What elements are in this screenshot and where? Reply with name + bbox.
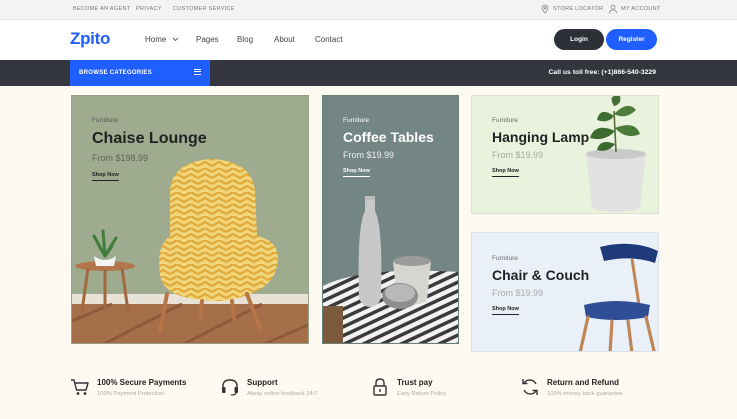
card-category: Furniture xyxy=(343,117,370,124)
top-bar: BECOME AN AGENT PRIVACY CUSTOMER SERVICE… xyxy=(0,0,737,20)
feature-support: Support Alway online feedback 24/7 xyxy=(220,375,350,405)
shop-now-link[interactable]: Shop Now xyxy=(492,168,519,177)
nav-home[interactable]: Home xyxy=(145,35,179,44)
shop-now-link[interactable]: Shop Now xyxy=(343,168,370,177)
user-icon xyxy=(608,4,618,14)
feature-subtitle: 100% Payment Protection. xyxy=(97,391,166,397)
customer-service-link[interactable]: CUSTOMER SERVICE xyxy=(173,6,235,12)
nav-about[interactable]: About xyxy=(274,35,295,44)
headset-icon xyxy=(222,379,238,396)
browse-categories-button[interactable]: BROWSE CATEGORIES xyxy=(70,60,210,86)
category-bar: BROWSE CATEGORIES Call us toll free: (+1… xyxy=(0,60,737,86)
shop-now-link[interactable]: Shop Now xyxy=(92,172,119,181)
feature-trust-pay: Trust pay Easy Return Policy. xyxy=(370,375,490,405)
register-button[interactable]: Register xyxy=(606,29,657,50)
menu-icon xyxy=(194,69,201,75)
shop-now-link[interactable]: Shop Now xyxy=(492,306,519,315)
feature-return-refund: Return and Refund 100% money back guaran… xyxy=(520,375,660,405)
feature-title: Support xyxy=(247,378,278,387)
toll-free-phone: Call us toll free: (+1)866-540-3229 xyxy=(548,69,656,76)
my-account-link[interactable]: MY ACCOUNT xyxy=(621,6,661,12)
feature-title: Return and Refund xyxy=(547,378,619,387)
nav-blog[interactable]: Blog xyxy=(237,35,253,44)
header: Zpito Home Pages Blog About Contact Logi… xyxy=(0,20,737,60)
promo-card-chaise-lounge[interactable]: Furniture Chaise Lounge From $198.99 Sho… xyxy=(71,95,309,344)
card-category: Furniture xyxy=(492,255,519,262)
browse-categories-label: BROWSE CATEGORIES xyxy=(79,70,152,76)
cart-icon xyxy=(71,379,89,395)
privacy-link[interactable]: PRIVACY xyxy=(136,6,162,12)
store-locator-link[interactable]: STORE LOCATOR xyxy=(553,6,603,12)
feature-title: Trust pay xyxy=(397,378,433,387)
card-title: Chair & Couch xyxy=(492,267,590,283)
card-category: Furniture xyxy=(492,117,519,124)
become-agent-link[interactable]: BECOME AN AGENT xyxy=(73,6,130,12)
feature-secure-payments: 100% Secure Payments 100% Payment Protec… xyxy=(70,375,210,405)
card-category: Furniture xyxy=(92,117,119,124)
lock-icon xyxy=(373,378,387,396)
card-price: From $198.99 xyxy=(92,153,149,163)
nav-contact[interactable]: Contact xyxy=(315,35,343,44)
feature-subtitle: Alway online feedback 24/7 xyxy=(247,391,318,397)
nav-home-label: Home xyxy=(145,35,167,44)
card-price: From $19.99 xyxy=(492,150,544,160)
promo-card-chair-couch[interactable]: Furniture Chair & Couch From $19.99 Shop… xyxy=(471,232,659,352)
card-title: Chaise Lounge xyxy=(92,130,207,147)
location-pin-icon xyxy=(541,4,549,14)
nav-pages[interactable]: Pages xyxy=(196,35,219,44)
promo-card-coffee-tables[interactable]: Furniture Coffee Tables From $19.99 Shop… xyxy=(322,95,459,344)
chevron-down-icon xyxy=(172,38,178,42)
card-price: From $19.99 xyxy=(343,150,395,160)
promo-card-hanging-lamp[interactable]: Furniture Hanging Lamp From $19.99 Shop … xyxy=(471,95,659,214)
login-button[interactable]: Login xyxy=(554,29,604,50)
feature-subtitle: Easy Return Policy. xyxy=(397,391,448,397)
feature-title: 100% Secure Payments xyxy=(97,378,187,387)
card-price: From $19.99 xyxy=(492,288,544,298)
card-title: Hanging Lamp xyxy=(492,129,590,145)
card-title: Coffee Tables xyxy=(343,129,434,145)
logo[interactable]: Zpito xyxy=(70,29,110,49)
refresh-icon xyxy=(522,379,538,395)
feature-subtitle: 100% money back guarantee xyxy=(547,391,623,397)
